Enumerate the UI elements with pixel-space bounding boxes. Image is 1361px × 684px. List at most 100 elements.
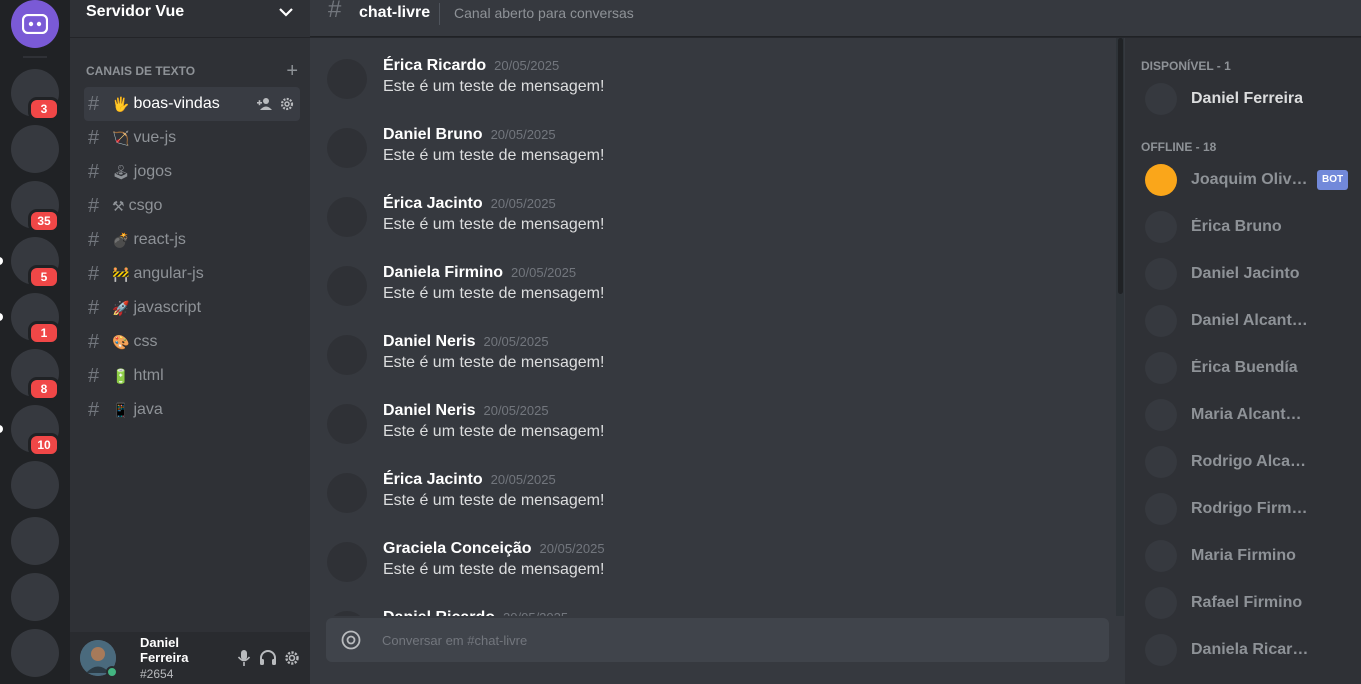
member-item[interactable]: Rodrigo Alcantara <box>1145 445 1355 479</box>
member-avatar <box>1145 352 1177 384</box>
server-name: Servidor Vue <box>86 2 185 20</box>
message-avatar[interactable] <box>327 266 367 306</box>
member-avatar <box>1145 83 1177 115</box>
member-name: Maria Firmino <box>1191 547 1296 564</box>
hash-icon: # <box>88 330 100 353</box>
channel-emoji: 🕹 <box>112 163 130 180</box>
channel-name: boas-vindas <box>133 95 220 112</box>
user-name: Daniel Ferreira <box>140 635 189 665</box>
channel-item-react-js[interactable]: # 💣 react-js <box>84 223 300 257</box>
member-name: Maria Alcantara <box>1191 406 1309 423</box>
message-author-row: Érica Ricardo 20/05/2025 <box>383 57 559 75</box>
member-item[interactable]: Rafael Firmino <box>1145 586 1355 620</box>
message-author[interactable]: Érica Jacinto <box>383 471 483 488</box>
headphones-icon[interactable] <box>258 648 278 668</box>
message-avatar[interactable] <box>327 59 367 99</box>
message-author[interactable]: Daniel Neris <box>383 333 475 350</box>
server-header[interactable]: Servidor Vue <box>70 0 310 37</box>
message-avatar[interactable] <box>327 197 367 237</box>
message-composer <box>326 618 1109 662</box>
server-icon[interactable] <box>11 573 59 621</box>
message-author[interactable]: Daniel Bruno <box>383 126 483 143</box>
message-author[interactable]: Graciela Conceição <box>383 540 532 557</box>
channel-category[interactable]: CANAIS DE TEXTO + <box>70 61 310 81</box>
add-channel-icon[interactable]: + <box>286 61 298 81</box>
mention-badge: 5 <box>28 265 60 289</box>
server-icon[interactable]: 35 <box>11 181 60 233</box>
message-author[interactable]: Daniela Firmino <box>383 264 503 281</box>
member-item[interactable]: Daniel Alcantara <box>1145 304 1355 338</box>
chat-area: Érica Ricardo 20/05/2025 Este é um teste d… <box>310 38 1125 684</box>
channel-item-java[interactable]: # 📱 java <box>84 393 300 427</box>
member-item[interactable]: Maria Alcantara <box>1145 398 1355 432</box>
hash-icon: # <box>88 92 100 115</box>
channel-title: chat-livre <box>359 4 431 21</box>
server-icon[interactable]: 5 <box>0 237 60 289</box>
unread-indicator <box>0 313 3 321</box>
offline-category-label: OFFLINE - 18 <box>1141 140 1217 154</box>
mention-badge: 8 <box>28 377 60 401</box>
channel-item-vue-js[interactable]: # 🏹 vue-js <box>84 121 300 155</box>
message-avatar[interactable] <box>327 404 367 444</box>
message-avatar[interactable] <box>327 473 367 513</box>
member-avatar <box>1145 399 1177 431</box>
member-item[interactable]: Érica Buendía <box>1145 351 1355 385</box>
message-avatar[interactable] <box>327 335 367 375</box>
message-avatar[interactable] <box>327 128 367 168</box>
channel-emoji: 🖐 <box>112 95 130 112</box>
member-item[interactable]: Daniel Jacinto <box>1145 257 1355 291</box>
channel-settings-icon[interactable] <box>278 95 296 113</box>
microphone-icon[interactable] <box>234 648 254 668</box>
home-button[interactable] <box>11 0 59 48</box>
channel-emoji: 🎨 <box>112 333 130 350</box>
channel-item-angular-js[interactable]: # 🚧 angular-js <box>84 257 300 291</box>
channel-item-html[interactable]: # 🔋 html <box>84 359 300 393</box>
server-icon[interactable]: 1 <box>0 293 60 345</box>
channel-item-csgo[interactable]: # ⚒ csgo <box>84 189 300 223</box>
hash-icon: # <box>88 160 100 183</box>
channel-name: css <box>133 333 158 350</box>
message-text: Este é um teste de mensagem! <box>383 561 605 578</box>
message-author-row: Érica Jacinto 20/05/2025 <box>383 195 556 213</box>
member-item[interactable]: Daniel Ferreira <box>1145 82 1355 116</box>
message-author[interactable]: Daniel Neris <box>383 402 475 419</box>
server-icon[interactable] <box>11 125 59 173</box>
settings-gear-icon[interactable] <box>282 648 302 668</box>
member-item[interactable]: Daniela Ricardo <box>1145 633 1355 667</box>
server-icon[interactable] <box>11 461 59 509</box>
channel-item-boas-vindas[interactable]: # 🖐 boas-vindas <box>84 87 300 121</box>
member-item[interactable]: Joaquim Oliveira BOT <box>1145 163 1355 197</box>
channel-name: jogos <box>133 163 173 180</box>
server-icon[interactable]: 8 <box>11 349 60 401</box>
channel-item-jogos[interactable]: # 🕹 jogos <box>84 155 300 189</box>
channel-item-javascript[interactable]: # 🚀 javascript <box>84 291 300 325</box>
member-item[interactable]: Rodrigo Firmino <box>1145 492 1355 526</box>
at-mention-icon[interactable] <box>340 629 362 651</box>
server-icon[interactable] <box>11 517 59 565</box>
message-avatar[interactable] <box>327 542 367 582</box>
server-icon[interactable] <box>11 629 59 677</box>
server-icon[interactable]: 3 <box>11 69 60 121</box>
invite-user-icon[interactable] <box>256 95 274 113</box>
message-timestamp: 20/05/2025 <box>490 196 556 211</box>
member-name: Daniel Alcantara <box>1191 312 1309 329</box>
scrollbar-thumb[interactable] <box>1118 38 1123 294</box>
message-list[interactable]: Érica Ricardo 20/05/2025 Este é um teste d… <box>310 38 1116 616</box>
message-avatar[interactable] <box>327 611 367 616</box>
message-author[interactable]: Érica Jacinto <box>383 195 483 212</box>
member-item[interactable]: Érica Bruno <box>1145 210 1355 244</box>
message-timestamp: 20/05/2025 <box>490 472 556 487</box>
member-item[interactable]: Maria Firmino <box>1145 539 1355 573</box>
online-category-label: DISPONÍVEL - 1 <box>1141 59 1231 73</box>
chevron-down-icon[interactable] <box>278 6 294 18</box>
channel-emoji: 🏹 <box>112 129 130 146</box>
avatar[interactable] <box>80 640 118 678</box>
member-avatar <box>1145 540 1177 572</box>
message-author[interactable]: Érica Ricardo <box>383 57 486 74</box>
message-author-row: Daniel Bruno 20/05/2025 <box>383 126 556 144</box>
server-icon[interactable]: 10 <box>0 405 60 457</box>
message-input[interactable] <box>382 618 1082 662</box>
message-author[interactable]: Daniel Ricardo <box>383 609 495 616</box>
channel-emoji: ⚒ <box>112 197 125 214</box>
channel-item-css[interactable]: # 🎨 css <box>84 325 300 359</box>
